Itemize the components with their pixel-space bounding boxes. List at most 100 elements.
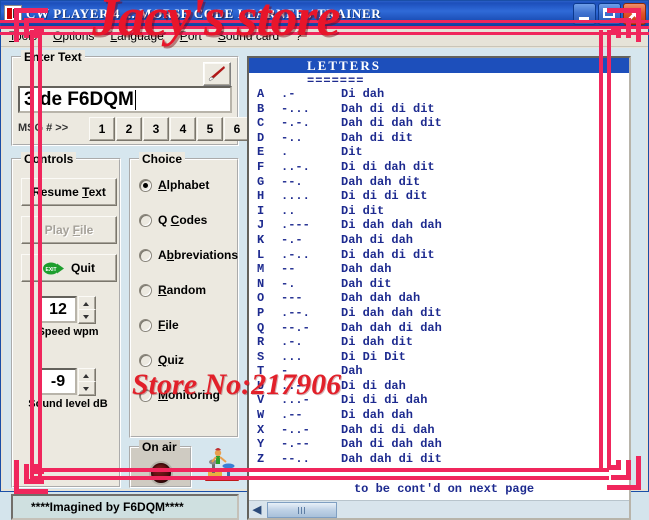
letter-morse-code: ..- [281, 378, 303, 393]
menu-item-language[interactable]: Language [102, 27, 171, 45]
letters-pane: LETTERS ======= A .- Di dah B -... Dah di di … [247, 56, 631, 520]
letter-sound: Dah di dit [341, 130, 414, 145]
watermark-corner-top-left [14, 8, 72, 66]
speed-decrease-button[interactable] [78, 309, 96, 324]
letter-morse-code: .--- [281, 218, 310, 233]
msg-button-5[interactable]: 5 [197, 117, 223, 141]
menu-item-soundcard[interactable]: Sound card [210, 27, 287, 45]
letter-morse-code: . [281, 145, 289, 160]
menu-item-port[interactable]: Port [172, 27, 210, 45]
choice-option-file[interactable]: File [139, 318, 179, 332]
status-bar: ****Imagined by F6DQM**** [11, 494, 239, 520]
on-air-led [149, 461, 173, 485]
letter-morse-code: - [281, 364, 289, 379]
choice-option-abbreviations[interactable]: Abbreviations [139, 248, 238, 262]
letter-morse-code: -..- [281, 422, 310, 437]
choice-option-random[interactable]: Random [139, 283, 206, 297]
choice-option-quiz[interactable]: Quiz [139, 353, 184, 367]
letters-footer: to be cont'd on next page [353, 482, 535, 496]
watermark-frame-left-1 [30, 30, 34, 480]
text-caret [134, 90, 136, 110]
letters-row: Z --.. Dah dah di dit [249, 452, 629, 467]
letter-morse-code: .... [281, 189, 310, 204]
exit-door-icon: EXIT [43, 262, 65, 275]
choice-label-file: File [158, 318, 179, 332]
letter-char: R [257, 335, 265, 350]
letter-morse-code: -... [281, 101, 310, 116]
letter-sound: Dit [341, 145, 363, 160]
letter-char: J [257, 218, 265, 233]
letter-sound: Dah dah [341, 262, 392, 277]
speed-value[interactable]: 12 [39, 296, 77, 323]
letter-char: O [257, 291, 265, 306]
scroll-thumb[interactable] [267, 502, 337, 518]
choice-option-alphabet[interactable]: Alphabet [139, 178, 209, 192]
play-file-label: Play File [44, 223, 94, 237]
speed-stepper[interactable]: 12 [39, 296, 97, 324]
text-input[interactable]: 3 de F6DQM [18, 86, 232, 113]
letters-row: A .- Di dah [249, 87, 629, 102]
letter-char: G [257, 174, 265, 189]
letters-row: D -.. Dah di dit [249, 131, 629, 146]
letters-row: Q --.- Dah dah di dah [249, 321, 629, 336]
choice-label-abbreviations: Abbreviations [158, 248, 239, 262]
letter-morse-code: --- [281, 291, 303, 306]
letters-row: E. Dit [249, 145, 629, 160]
choice-legend: Choice [139, 152, 186, 166]
client-area: Enter Text 3 de F6DQM MSG # >> 1 2 3 4 5… [3, 48, 646, 520]
msg-button-2[interactable]: 2 [116, 117, 142, 141]
scroll-left-arrow-icon[interactable]: ◀ [249, 501, 265, 517]
letter-char: U [257, 378, 265, 393]
letter-morse-code: .. [281, 203, 296, 218]
letter-sound: Dah dit [341, 276, 392, 291]
resume-text-button[interactable]: Resume Text [21, 178, 117, 206]
radio-file-icon [139, 318, 152, 332]
sound-level-value[interactable]: -9 [39, 368, 77, 395]
letter-char: L [257, 247, 265, 262]
msg-button-3[interactable]: 3 [143, 117, 169, 141]
letter-morse-code: .-.. [281, 247, 310, 262]
choice-group: Choice Alphabet Q Codes Abbreviations Ra… [129, 152, 239, 438]
letters-row: G --. Dah dah dit [249, 175, 629, 190]
letters-row: S... Di Di Dit [249, 350, 629, 365]
letter-morse-code: --.. [281, 451, 310, 466]
letter-morse-code: .-. [281, 335, 303, 350]
play-file-button[interactable]: Play File [21, 216, 117, 244]
letters-row: W .-- Di dah dah [249, 408, 629, 423]
sound-level-decrease-button[interactable] [78, 381, 96, 396]
radio-quiz-icon [139, 353, 152, 367]
letter-char: P [257, 305, 265, 320]
eraser-icon[interactable] [203, 62, 231, 86]
letter-char: A [257, 87, 265, 101]
on-air-legend: On air [139, 440, 180, 454]
menu-bar: Tools Options Language Port Sound card ? [1, 26, 648, 47]
choice-option-qcodes[interactable]: Q Codes [139, 213, 207, 227]
on-air-group: On air [129, 440, 192, 488]
radio-random-icon [139, 283, 152, 297]
letters-row: K -.- Dah di dah [249, 233, 629, 248]
sound-level-stepper[interactable]: -9 [39, 368, 97, 396]
letters-row: H.... Di di di dit [249, 189, 629, 204]
letters-row: P .--. Di dah dah dit [249, 306, 629, 321]
msg-button-1[interactable]: 1 [89, 117, 115, 141]
letters-row: M -- Dah dah [249, 262, 629, 277]
choice-label-qcodes: Q Codes [158, 213, 208, 227]
letter-sound: Dah dah dah [341, 291, 421, 306]
menu-item-help[interactable]: ? [287, 27, 310, 45]
letter-char: Y [257, 437, 265, 452]
letter-char: W [257, 408, 265, 423]
svg-text:EXIT: EXIT [46, 267, 57, 273]
msg-label: MSG # >> [18, 122, 69, 134]
choice-option-monitoring[interactable]: Monitoring [139, 388, 220, 402]
choice-label-alphabet: Alphabet [158, 178, 210, 192]
letters-row: F ..-. Di di dah dit [249, 160, 629, 175]
letter-morse-code: -.. [281, 130, 303, 145]
msg-button-4[interactable]: 4 [170, 117, 196, 141]
letter-morse-code: ..-. [281, 159, 310, 174]
quit-button[interactable]: EXIT Quit [21, 254, 117, 282]
menu-label-soundcard: ound card [225, 29, 280, 43]
scroll-thumb-grip [297, 506, 307, 514]
letter-sound: Dah di di dit [341, 101, 435, 116]
horizontal-scrollbar[interactable]: ◀ [249, 500, 629, 518]
resume-text-label: Resume Text [32, 185, 106, 199]
